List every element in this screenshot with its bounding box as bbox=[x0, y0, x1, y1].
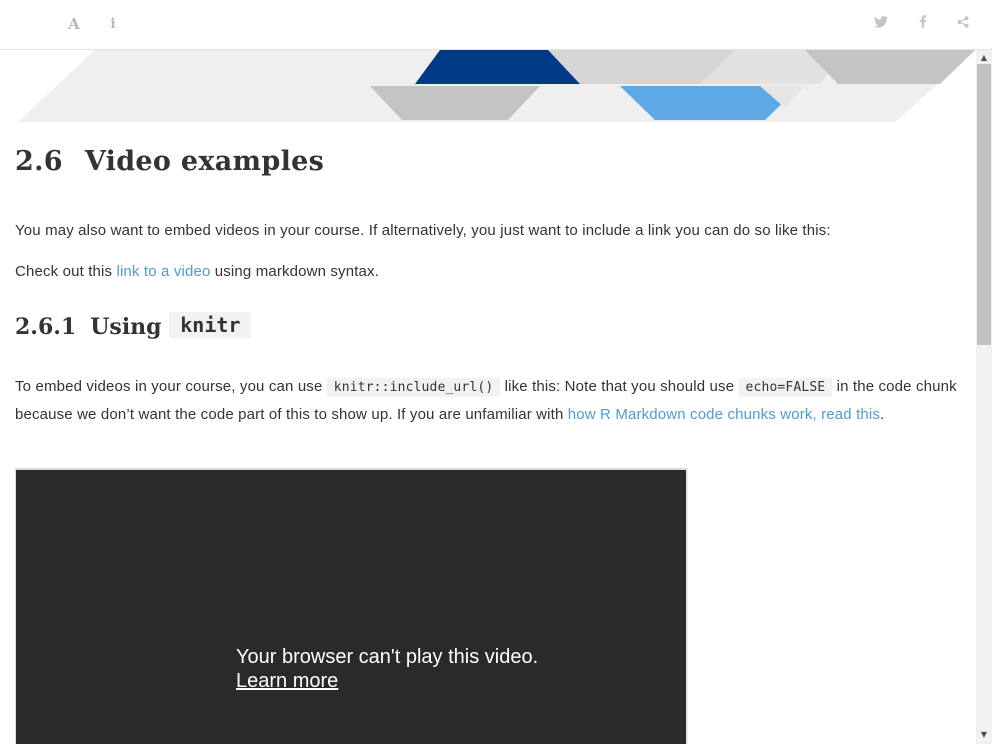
scrollbar-thumb[interactable] bbox=[977, 64, 991, 345]
scroll-up-arrow-icon[interactable]: ▲ bbox=[976, 51, 992, 65]
echo-false-code: echo=FALSE bbox=[738, 378, 833, 397]
knitr-text-2: like this: Note that you should use bbox=[500, 378, 739, 395]
subsection-title-word: Using bbox=[90, 314, 162, 340]
knitr-text-end: . bbox=[880, 406, 885, 423]
rmarkdown-chunks-link[interactable]: how R Markdown code chunks work, read th… bbox=[568, 406, 880, 423]
scroll-down-arrow-icon[interactable]: ▼ bbox=[976, 728, 992, 742]
check-text-end: using markdown syntax. bbox=[210, 263, 379, 280]
intro-text: You may also want to embed videos in you… bbox=[15, 222, 831, 239]
vertical-scrollbar[interactable]: ▲ ▼ bbox=[976, 50, 992, 744]
section-title: Video examples bbox=[84, 146, 325, 177]
font-settings-icon[interactable]: A bbox=[64, 14, 84, 34]
facebook-icon[interactable] bbox=[913, 14, 933, 34]
share-icon[interactable] bbox=[953, 14, 973, 34]
subsection-title-code: knitr bbox=[169, 312, 252, 338]
book-content: 2.6 Video examples You may also want to e… bbox=[0, 50, 976, 744]
subsection-number: 2.6.1 bbox=[15, 314, 77, 340]
twitter-icon[interactable] bbox=[871, 14, 891, 34]
subsection-heading: 2.6.1 Using knitr bbox=[15, 312, 252, 340]
link-paragraph: Check out this link to a video using mar… bbox=[15, 258, 379, 285]
section-heading: 2.6 Video examples bbox=[15, 146, 324, 177]
embedded-video-player[interactable]: Your browser can't play this video. Lear… bbox=[15, 468, 688, 744]
knitr-paragraph: To embed videos in your course, you can … bbox=[15, 373, 960, 428]
header-banner-image bbox=[18, 50, 976, 122]
section-number: 2.6 bbox=[15, 146, 63, 177]
include-url-code: knitr::include_url() bbox=[326, 378, 501, 397]
video-error-text: Your browser can't play this video. bbox=[236, 646, 539, 668]
video-error-message: Your browser can't play this video. Lear… bbox=[236, 645, 538, 693]
learn-more-link[interactable]: Learn more bbox=[236, 669, 538, 693]
knitr-text-1: To embed videos in your course, you can … bbox=[15, 378, 327, 395]
info-icon[interactable]: i bbox=[103, 14, 123, 34]
book-toolbar: A i bbox=[0, 0, 992, 50]
check-text: Check out this bbox=[15, 263, 117, 280]
video-link[interactable]: link to a video bbox=[116, 263, 210, 280]
intro-paragraph: You may also want to embed videos in you… bbox=[15, 217, 831, 244]
